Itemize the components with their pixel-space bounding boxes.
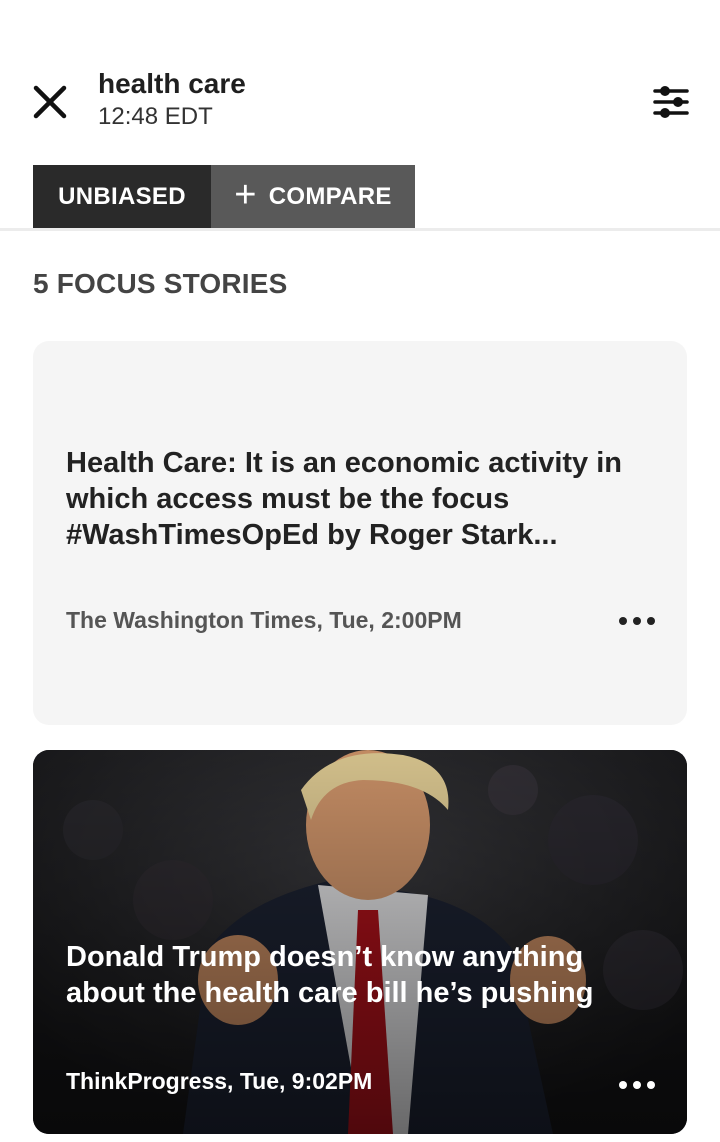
more-dot: [633, 1081, 641, 1089]
close-button[interactable]: [28, 80, 72, 124]
more-options-button[interactable]: [613, 611, 661, 631]
unbiased-label: UNBIASED: [58, 182, 186, 210]
section-title: 5 FOCUS STORIES: [33, 268, 288, 299]
page: health care 12:48 EDT UNBIASED + COMPARE: [0, 0, 720, 1142]
more-dot: [633, 617, 641, 625]
compare-toggle[interactable]: + COMPARE: [211, 165, 415, 228]
story-headline: Donald Trump doesn’t know anything about…: [66, 941, 594, 1009]
page-title: health care: [98, 68, 246, 99]
title-block: health care 12:48 EDT: [98, 68, 246, 132]
story-source: ThinkProgress, Tue, 9:02PM: [66, 1068, 373, 1094]
compare-label: COMPARE: [268, 182, 392, 210]
more-dot: [647, 617, 655, 625]
story-source: The Washington Times, Tue, 2:00PM: [66, 607, 462, 633]
header-divider: [0, 228, 720, 231]
header: health care 12:48 EDT UNBIASED + COMPARE: [0, 0, 720, 230]
view-toggle: UNBIASED + COMPARE: [33, 165, 415, 228]
more-dot: [647, 1081, 655, 1089]
unbiased-toggle[interactable]: UNBIASED: [33, 165, 211, 228]
timestamp: 12:48 EDT: [98, 103, 213, 130]
filter-button[interactable]: [648, 80, 694, 124]
sliders-icon: [653, 86, 689, 118]
more-options-button[interactable]: [613, 1075, 661, 1095]
plus-icon: +: [234, 174, 257, 216]
more-dot: [619, 1081, 627, 1089]
story-card[interactable]: Health Care: It is an economic activity …: [33, 341, 687, 725]
close-icon: [33, 85, 67, 119]
story-headline: Health Care: It is an economic activity …: [66, 447, 622, 551]
story-card[interactable]: Donald Trump doesn’t know anything about…: [33, 750, 687, 1134]
more-dot: [619, 617, 627, 625]
